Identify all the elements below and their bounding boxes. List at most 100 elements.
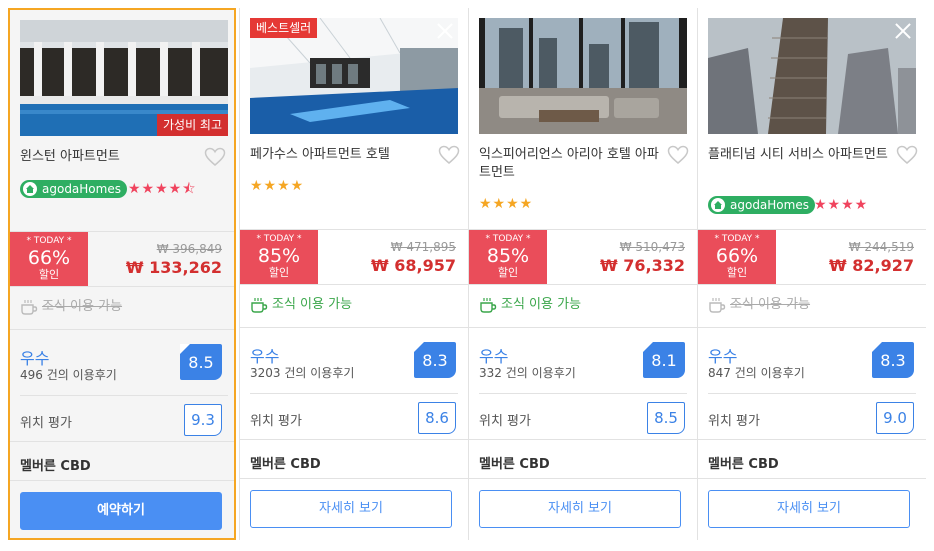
review-count[interactable]: 3203 건의 이용후기	[250, 364, 354, 381]
hotel-card[interactable]: 베스트셀러 페가수스 아파트먼트 호텔 ★★★★ * TODAY * 85% 할…	[240, 8, 468, 540]
original-price: ₩ 244,519	[848, 240, 914, 254]
discount-label: 할인	[268, 266, 290, 279]
agoda-homes-badge: agodaHomes	[708, 196, 815, 214]
hotel-card[interactable]: 익스피어리언스 아리아 호텔 아파트먼트 ★★★★ * TODAY * 85% …	[469, 8, 697, 540]
bestseller-badge: 베스트셀러	[250, 18, 318, 38]
discount-label: 할인	[38, 268, 60, 281]
today-label: * TODAY *	[256, 234, 302, 244]
today-label: * TODAY *	[26, 236, 72, 246]
review-score: 8.3	[872, 342, 914, 378]
view-details-button[interactable]: 자세히 보기	[479, 490, 681, 528]
book-button[interactable]: 예약하기	[20, 492, 222, 530]
agoda-homes-badge: agodaHomes	[20, 180, 127, 198]
discount-label: 할인	[497, 266, 519, 279]
divider	[10, 480, 234, 481]
location-score: 9.0	[876, 402, 914, 434]
review-score: 8.3	[414, 342, 456, 378]
review-score: 8.1	[643, 342, 685, 378]
review-count[interactable]: 847 건의 이용후기	[708, 364, 805, 381]
divider	[698, 327, 926, 328]
star-rating: ★★★★	[250, 178, 305, 194]
hotel-name[interactable]: 플래티넘 시티 서비스 아파트먼트	[708, 146, 888, 164]
discount-percent: 66%	[715, 245, 759, 267]
discount-percent: 85%	[257, 245, 301, 267]
hotel-name[interactable]: 페가수스 아파트먼트 호텔	[250, 146, 430, 164]
hotel-photo[interactable]: 가성비 최고	[20, 20, 228, 136]
location-label: 위치 평가	[708, 414, 760, 429]
breakfast-label: 조식 이용 가능	[272, 297, 353, 312]
discount-price: ₩ 68,957	[371, 256, 456, 275]
divider	[10, 286, 234, 287]
area-name: 멜버른 CBD	[479, 457, 550, 472]
original-price: ₩ 471,895	[390, 240, 456, 254]
divider	[708, 393, 916, 394]
breakfast-info: 조식 이용 가능	[708, 296, 810, 314]
divider	[10, 441, 234, 442]
divider	[479, 393, 687, 394]
location-label: 위치 평가	[479, 414, 531, 429]
discount-percent: 66%	[27, 247, 71, 269]
view-details-button[interactable]: 자세히 보기	[250, 490, 452, 528]
divider	[469, 327, 697, 328]
location-label: 위치 평가	[20, 416, 72, 431]
location-score: 9.3	[184, 404, 222, 436]
coffee-cup-icon	[20, 298, 38, 322]
breakfast-label: 조식 이용 가능	[501, 297, 582, 312]
breakfast-info: 조식 이용 가능	[20, 298, 122, 316]
breakfast-label: 조식 이용 가능	[42, 299, 123, 314]
hotel-name[interactable]: 윈스턴 아파트먼트	[20, 148, 200, 166]
today-label: * TODAY *	[714, 234, 760, 244]
divider	[240, 284, 468, 285]
divider	[250, 393, 458, 394]
hotel-card[interactable]: 가성비 최고 윈스턴 아파트먼트 agodaHomes ★★★★⯪ * TODA…	[8, 8, 236, 540]
heart-outline-icon[interactable]	[667, 145, 689, 165]
divider	[698, 439, 926, 440]
discount-price: ₩ 76,332	[600, 256, 685, 275]
discount-price: ₩ 82,927	[829, 256, 914, 275]
original-price: ₩ 510,473	[619, 240, 685, 254]
coffee-cup-icon	[250, 296, 268, 320]
hotel-name[interactable]: 익스피어리언스 아리아 호텔 아파트먼트	[479, 146, 659, 182]
breakfast-label: 조식 이용 가능	[730, 297, 811, 312]
today-discount-badge: * TODAY * 66% 할인	[10, 232, 88, 286]
discount-percent: 85%	[486, 245, 530, 267]
review-count[interactable]: 496 건의 이용후기	[20, 366, 117, 383]
agoda-label: agodaHomes	[730, 198, 809, 212]
area-name: 멜버른 CBD	[708, 457, 779, 472]
divider	[20, 395, 228, 396]
discount-price: ₩ 133,262	[125, 258, 222, 277]
location-label: 위치 평가	[250, 414, 302, 429]
divider	[698, 478, 926, 479]
view-details-button[interactable]: 자세히 보기	[708, 490, 910, 528]
today-discount-badge: * TODAY * 85% 할인	[469, 230, 547, 284]
heart-outline-icon[interactable]	[204, 147, 226, 167]
today-discount-badge: * TODAY * 85% 할인	[240, 230, 318, 284]
divider	[469, 284, 697, 285]
divider	[469, 478, 697, 479]
heart-outline-icon[interactable]	[438, 145, 460, 165]
value-badge: 가성비 최고	[156, 114, 228, 136]
hotel-card[interactable]: 플래티넘 시티 서비스 아파트먼트 agodaHomes ★★★★ * TODA…	[698, 8, 926, 540]
hotel-photo[interactable]: 베스트셀러	[250, 18, 458, 134]
close-icon[interactable]	[894, 22, 912, 40]
area-name: 멜버른 CBD	[20, 459, 91, 474]
review-score: 8.5	[180, 344, 222, 380]
star-rating: ★★★★	[479, 196, 534, 212]
heart-outline-icon[interactable]	[896, 145, 918, 165]
divider	[240, 439, 468, 440]
location-score: 8.6	[418, 402, 456, 434]
today-label: * TODAY *	[485, 234, 531, 244]
coffee-cup-icon	[708, 296, 726, 320]
area-name: 멜버른 CBD	[250, 457, 321, 472]
breakfast-info: 조식 이용 가능	[250, 296, 352, 314]
review-count[interactable]: 332 건의 이용후기	[479, 364, 576, 381]
discount-label: 할인	[726, 266, 748, 279]
hotel-photo[interactable]	[708, 18, 916, 134]
location-score: 8.5	[647, 402, 685, 434]
coffee-cup-icon	[479, 296, 497, 320]
close-icon[interactable]	[436, 22, 454, 40]
hotel-photo[interactable]	[479, 18, 687, 134]
home-icon	[711, 198, 725, 212]
home-icon	[23, 182, 37, 196]
star-rating: ★★★★	[814, 197, 869, 213]
